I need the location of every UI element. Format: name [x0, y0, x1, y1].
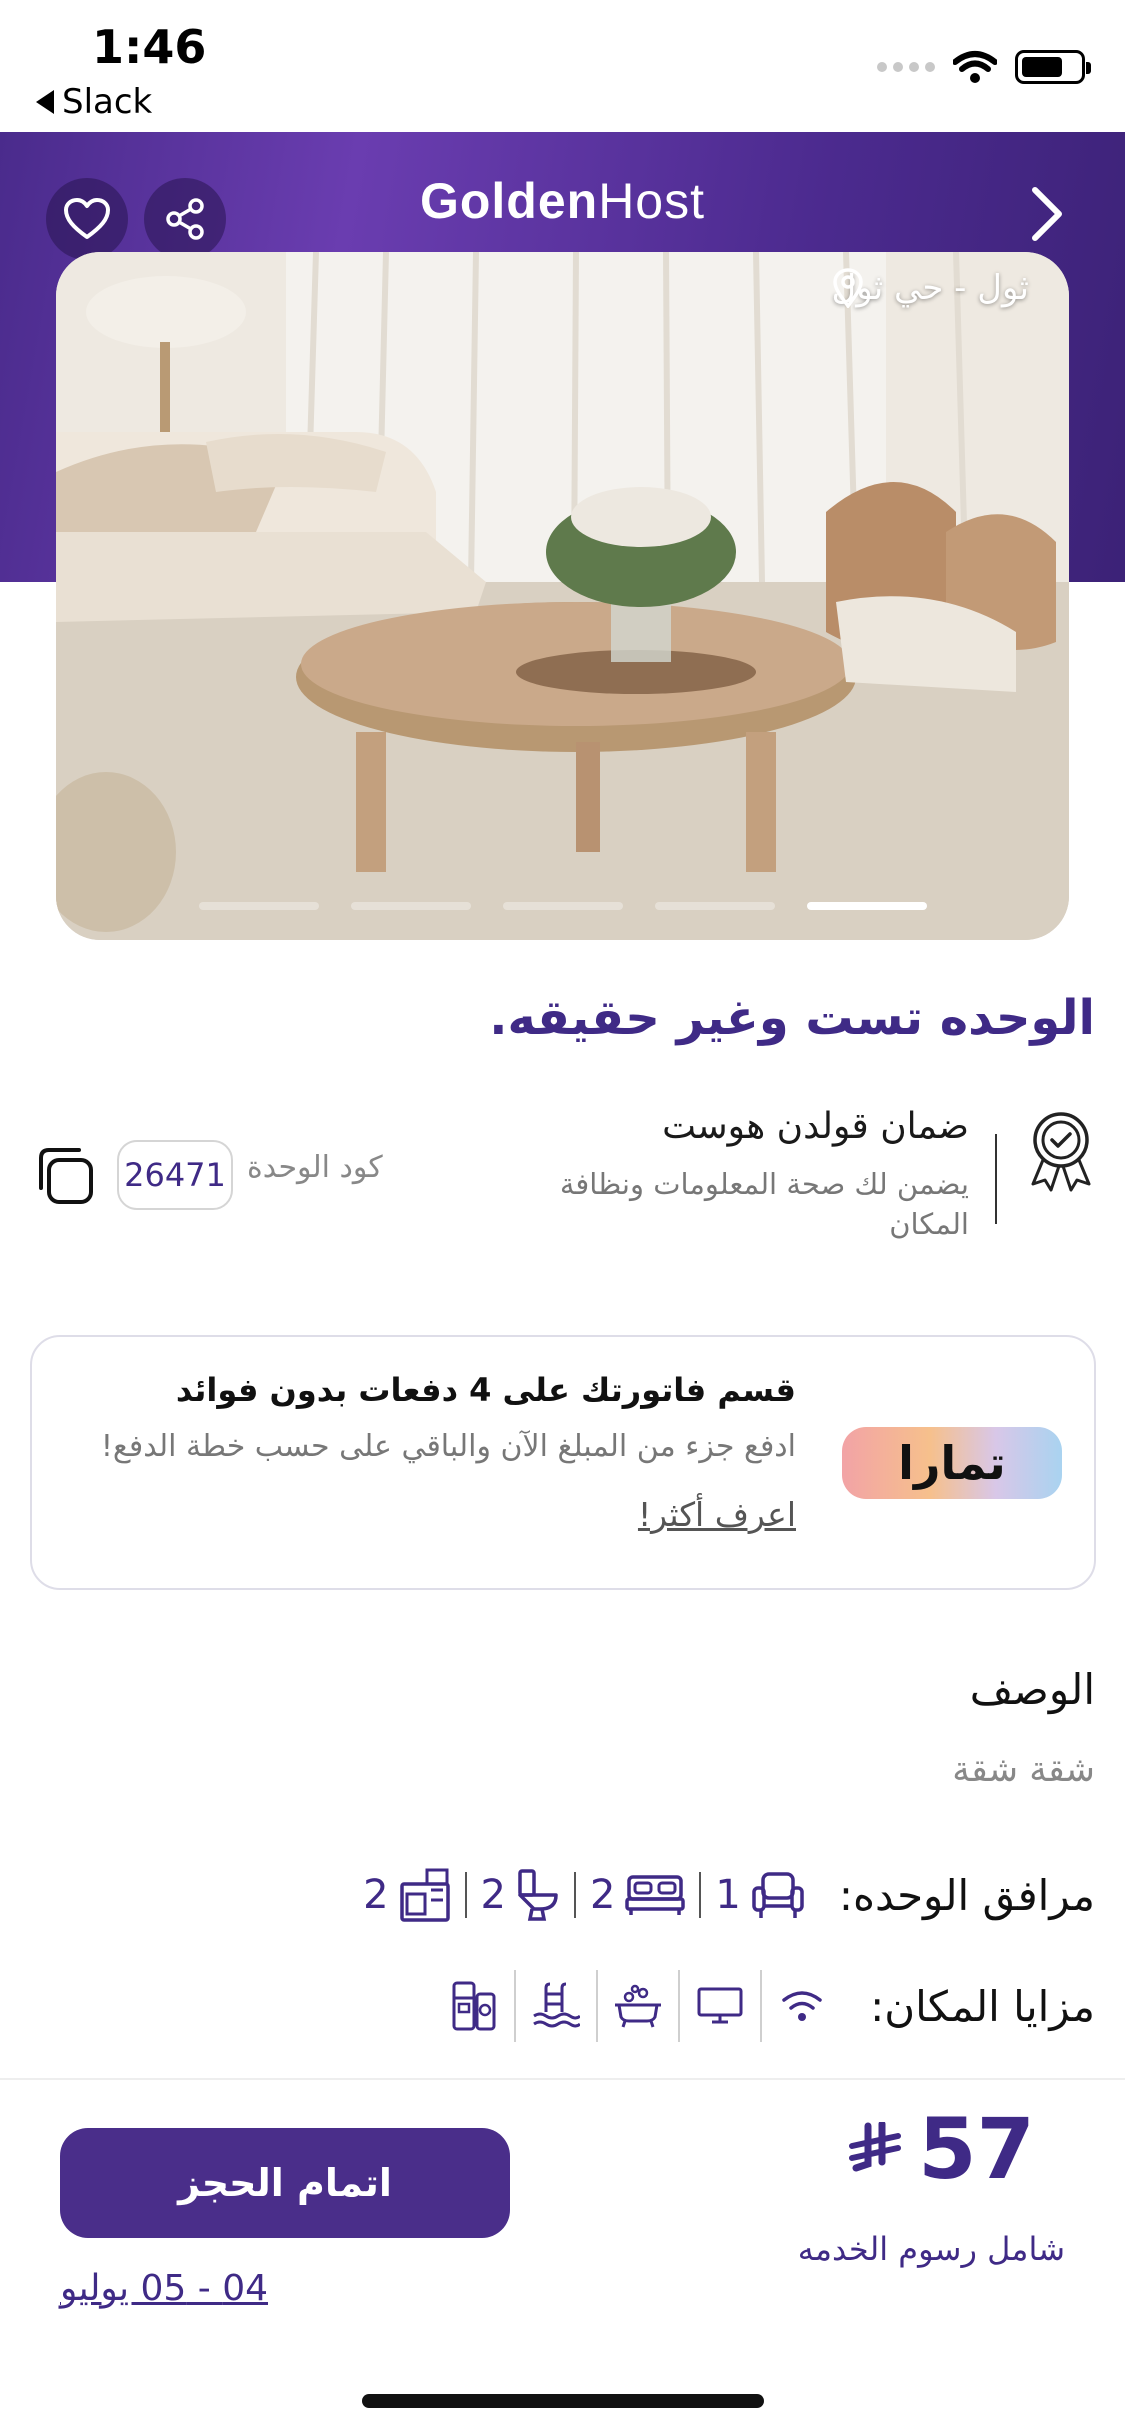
facility-separator	[699, 1872, 702, 1918]
facility-count: 2	[480, 1872, 506, 1918]
appliances-icon	[452, 1981, 496, 2031]
amenity-appliances	[446, 1978, 502, 2034]
status-time: 1:46	[92, 20, 207, 74]
wifi-icon	[782, 1991, 822, 2021]
amenity-separator	[678, 1970, 681, 2042]
back-to-app-button[interactable]: Slack	[36, 82, 152, 122]
guarantee-subtitle: يضمن لك صحة المعلومات ونظافة المكان	[559, 1167, 969, 1241]
tamara-learn-more-link[interactable]: اعرف أكثر!	[638, 1495, 796, 1534]
tamara-logo: تمارا	[842, 1427, 1062, 1499]
gallery-dot[interactable]	[350, 902, 471, 910]
facility-item-armchair: 1	[715, 1870, 804, 1920]
facility-item-bed: 2	[589, 1872, 686, 1918]
forward-button[interactable]	[1017, 184, 1077, 244]
complete-booking-button[interactable]: اتمام الحجز	[60, 2128, 510, 2238]
facility-item-kitchen: 2	[363, 1868, 450, 1922]
armchair-icon	[752, 1872, 804, 1918]
gallery-dot[interactable]	[654, 902, 775, 910]
pool-icon	[533, 1982, 581, 2028]
guarantee-divider	[995, 1134, 997, 1224]
tamara-subtitle: ادفع جزء من المبلغ الآن والباقي على حسب …	[100, 1429, 796, 1464]
gallery-dot[interactable]	[198, 902, 319, 910]
unit-title: الوحده تست وغير حقيقه.	[489, 990, 1095, 1046]
location-pin-icon	[833, 268, 864, 308]
guarantee-row: ضمان قولدن هوست يضمن لك صحة المعلومات ون…	[27, 1098, 1097, 1248]
riyal-icon	[849, 2122, 902, 2172]
tv-icon	[697, 1987, 743, 2024]
amenity-separator	[596, 1970, 599, 2042]
facility-count: 1	[715, 1872, 741, 1918]
heart-icon	[64, 198, 110, 239]
unit-code-label: كود الوحدة	[247, 1150, 383, 1185]
facility-count: 2	[363, 1872, 389, 1918]
chevron-right-icon	[1032, 187, 1062, 241]
status-bar: 1:46 Slack	[0, 0, 1125, 132]
amenities-row: مزايا المكان:	[446, 1970, 1095, 2042]
amenity-pool	[528, 1978, 584, 2034]
home-indicator[interactable]	[362, 2394, 764, 2408]
toilet-icon	[518, 1869, 558, 1921]
favorite-button[interactable]	[46, 178, 128, 260]
description-text: شقة شقة	[952, 1750, 1095, 1790]
facility-item-toilet: 2	[481, 1869, 560, 1921]
living-room-photo	[56, 252, 1069, 940]
bed-icon	[625, 1875, 686, 1915]
facilities-label: مرافق الوحده:	[838, 1870, 1095, 1920]
facility-separator	[464, 1872, 467, 1918]
location-label: ثول - حي ثول	[831, 268, 1029, 308]
price-note: شامل رسوم الخدمه	[797, 2230, 1065, 2268]
share-icon	[166, 198, 204, 240]
price-value: 57	[918, 2100, 1035, 2198]
amenity-wifi	[774, 1978, 830, 2034]
price-display: 57	[848, 2100, 1035, 2198]
facility-separator	[573, 1872, 576, 1918]
gallery-pagination[interactable]	[56, 902, 1069, 910]
battery-icon	[1015, 50, 1091, 84]
gallery-dot-active[interactable]	[806, 902, 927, 910]
award-badge-icon	[1031, 1112, 1091, 1192]
back-arrow-icon	[36, 90, 54, 114]
booking-dates-link[interactable]: 04 - 05 يوليو	[60, 2268, 268, 2309]
back-app-label: Slack	[62, 82, 153, 122]
amenities-label: مزايا المكان:	[870, 1981, 1095, 2031]
status-indicators	[877, 50, 1091, 84]
tamara-installments-card[interactable]: تمارا قسم فاتورتك على 4 دفعات بدون فوائد…	[30, 1335, 1096, 1590]
unit-code-badge: 26471	[117, 1140, 233, 1210]
facilities-row: مرافق الوحده: 1 2 2 2	[363, 1860, 1095, 1930]
kitchen-icon	[399, 1868, 450, 1922]
amenity-bathtub	[610, 1978, 666, 2034]
amenity-separator	[514, 1970, 517, 2042]
cellular-signal-icon	[877, 62, 935, 72]
guarantee-title: ضمان قولدن هوست	[662, 1106, 969, 1147]
amenity-tv	[692, 1978, 748, 2034]
gallery-dot[interactable]	[502, 902, 623, 910]
wifi-status-icon	[953, 51, 997, 83]
description-heading: الوصف	[969, 1665, 1095, 1714]
section-divider	[0, 2078, 1125, 2080]
tamara-title: قسم فاتورتك على 4 دفعات بدون فوائد	[175, 1371, 796, 1409]
share-button[interactable]	[144, 178, 226, 260]
copy-icon[interactable]	[33, 1144, 97, 1208]
facility-count: 2	[589, 1872, 616, 1918]
amenity-separator	[760, 1970, 763, 2042]
bathtub-icon	[615, 1984, 662, 2028]
unit-photo-gallery[interactable]: ثول - حي ثول	[56, 252, 1069, 940]
